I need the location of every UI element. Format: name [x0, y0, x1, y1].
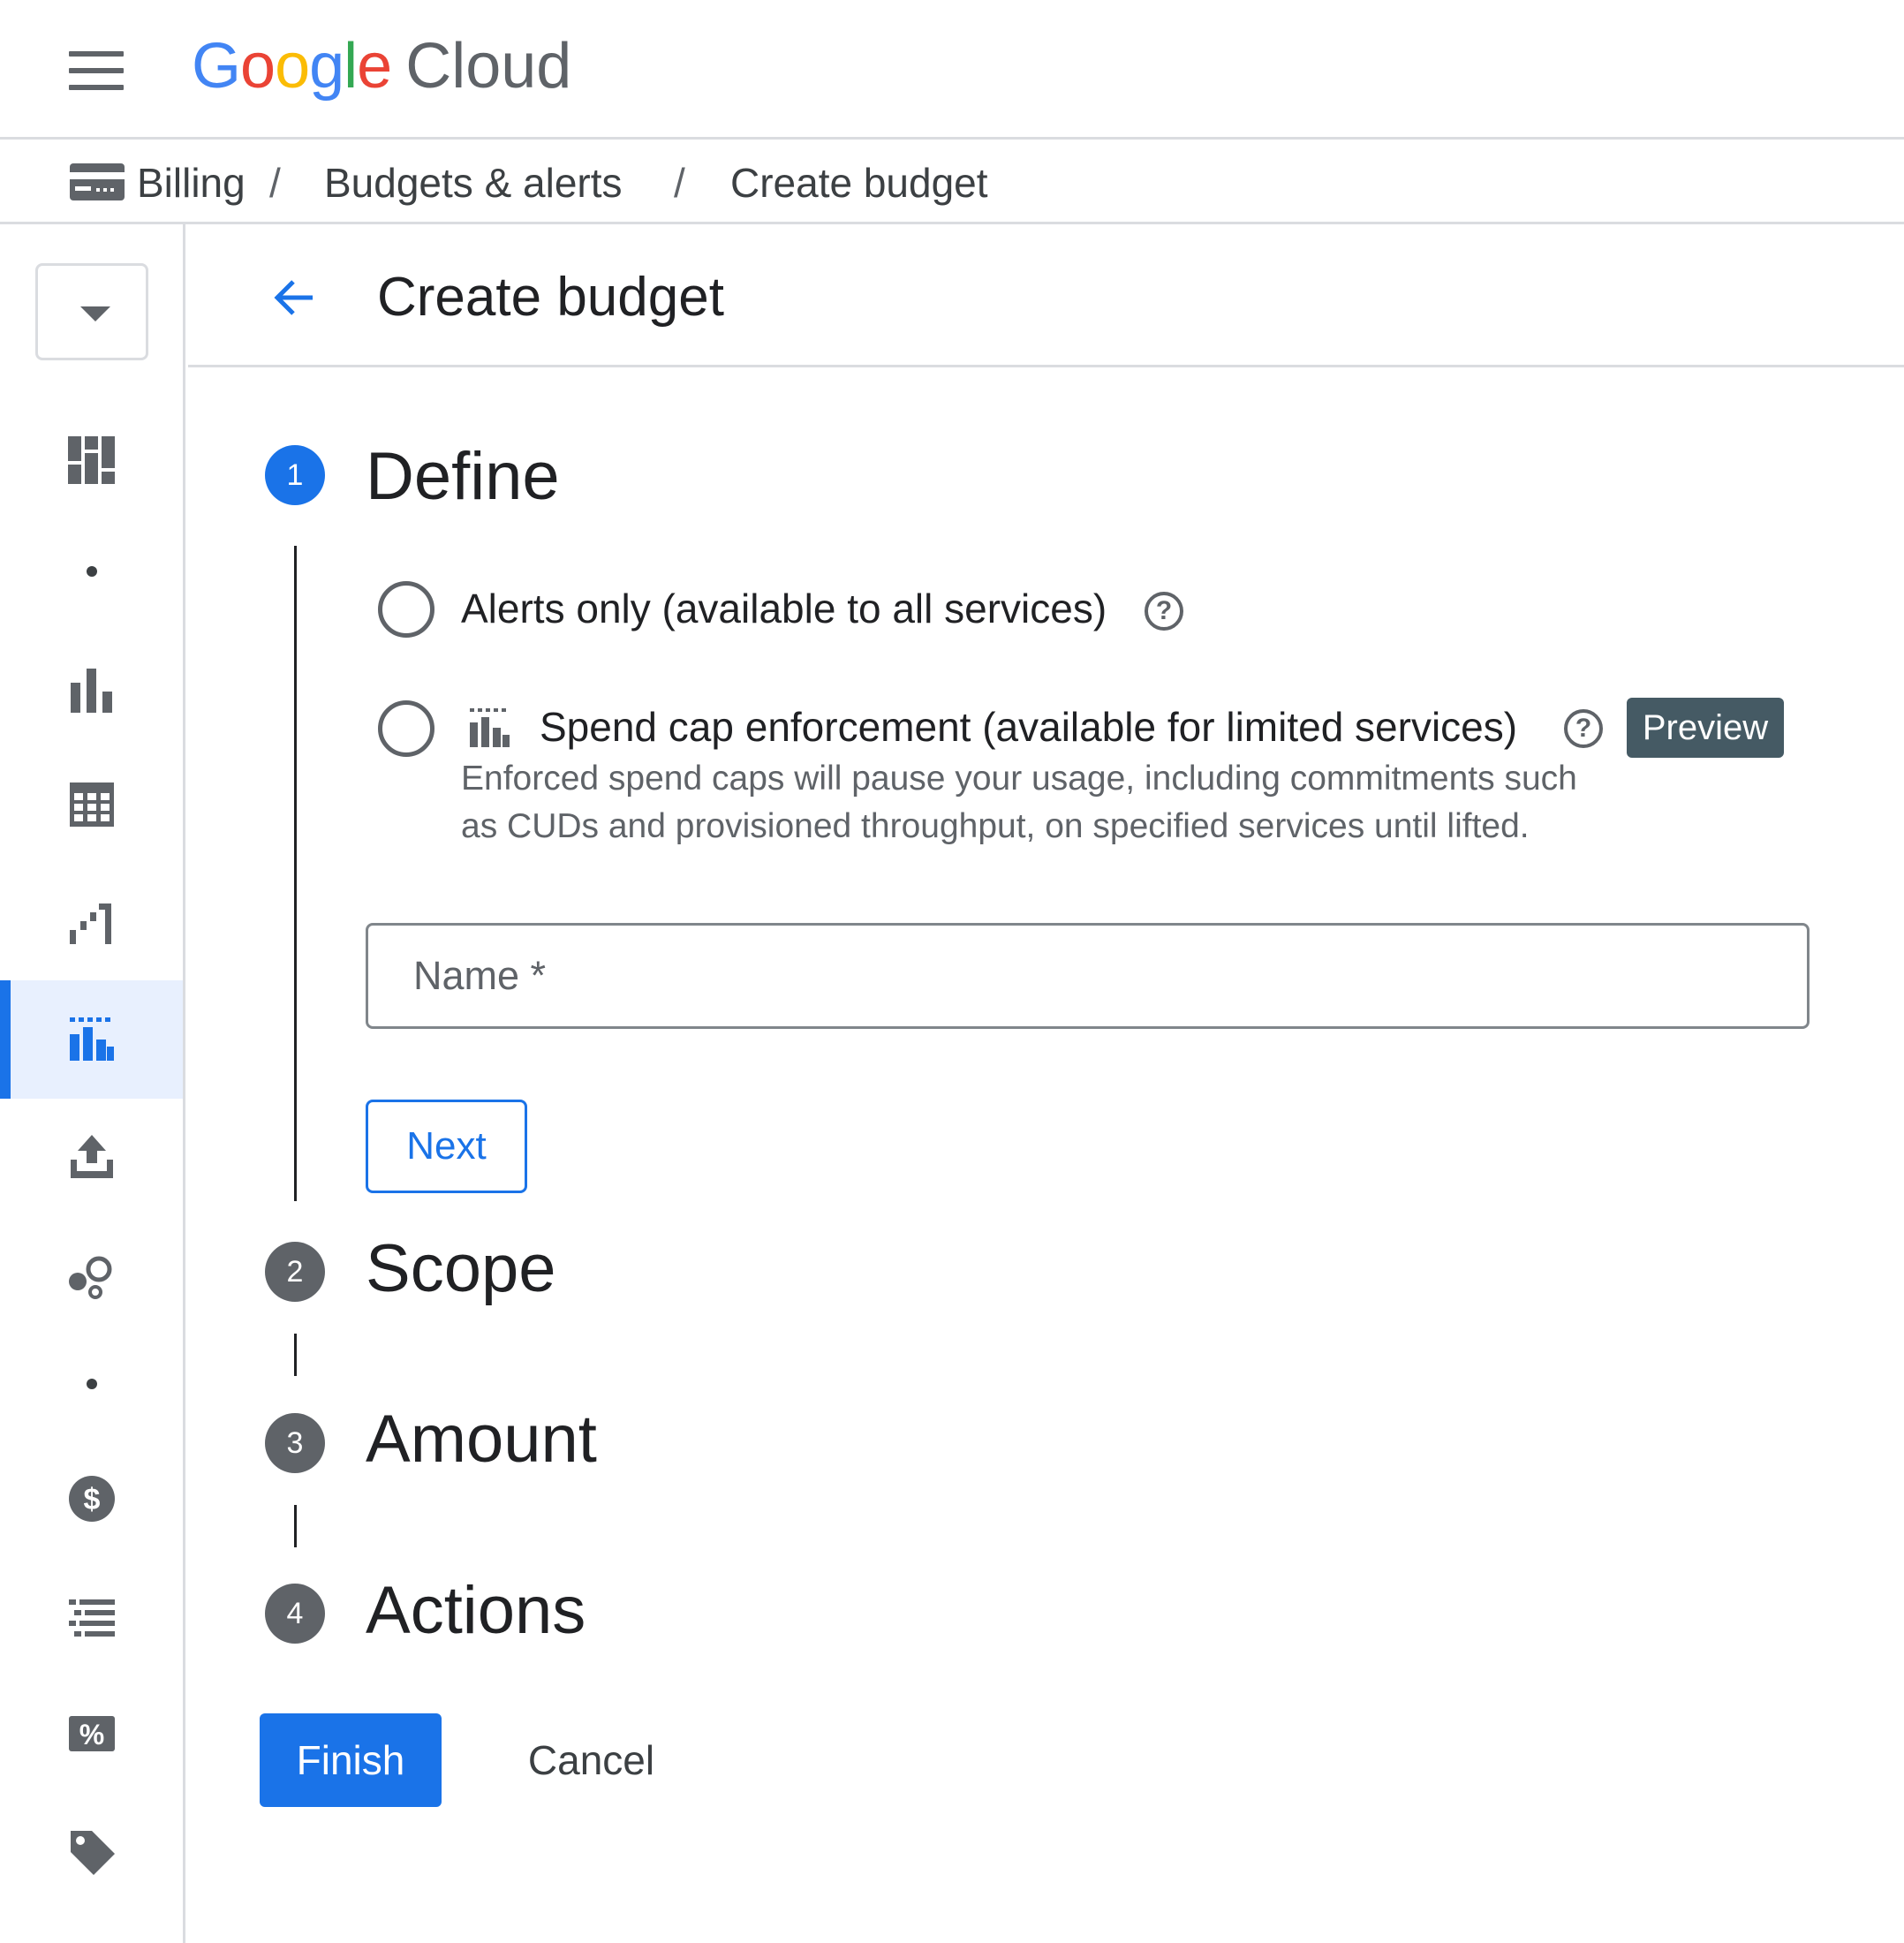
step-number-3: 3: [265, 1413, 325, 1473]
alerts-only-radio[interactable]: [378, 581, 434, 638]
trend-chart-icon: [69, 903, 111, 944]
breadcrumb-separator: /: [674, 160, 685, 206]
sidebar-item-overview[interactable]: [0, 401, 183, 519]
google-cloud-logo[interactable]: Google Cloud: [192, 30, 571, 102]
budgets-icon: [69, 1017, 114, 1061]
logo-letter: g: [309, 31, 344, 102]
logo-letter: G: [192, 31, 241, 102]
next-button[interactable]: Next: [366, 1100, 527, 1193]
sidebar-item-dot-2[interactable]: [0, 1325, 183, 1443]
cancel-button[interactable]: Cancel: [505, 1713, 677, 1807]
step-title-scope[interactable]: Scope: [366, 1230, 556, 1307]
step-title-actions[interactable]: Actions: [366, 1572, 586, 1649]
preview-badge: Preview: [1627, 698, 1784, 758]
step-title-define[interactable]: Define: [366, 438, 560, 515]
step-number-4: 4: [265, 1584, 325, 1644]
help-icon[interactable]: ?: [1564, 709, 1603, 748]
sidebar-item-pricing[interactable]: $: [0, 1440, 183, 1558]
logo-letter: o: [240, 31, 276, 102]
svg-text:$: $: [83, 1483, 100, 1516]
tag-icon: [70, 1831, 115, 1875]
sidebar-item-export[interactable]: [0, 1099, 183, 1217]
sidebar-item-cost-table[interactable]: [0, 745, 183, 864]
spend-cap-description-line: as CUDs and provisioned throughput, on s…: [461, 807, 1530, 845]
step-connector: [294, 1505, 297, 1547]
breadcrumb-separator: /: [269, 160, 281, 206]
budgets-icon: [470, 708, 510, 747]
logo-letter: l: [344, 31, 358, 102]
sidebar-item-cost-breakdown[interactable]: [0, 864, 183, 982]
step-connector: [294, 546, 297, 1201]
alerts-only-label[interactable]: Alerts only (available to all services): [461, 585, 1107, 632]
sidebar-item-dot[interactable]: [0, 512, 183, 631]
back-arrow-icon[interactable]: [272, 276, 316, 320]
breadcrumb: Billing / Budgets & alerts / Create budg…: [0, 140, 1904, 224]
export-upload-icon: [70, 1135, 113, 1178]
percent-icon: %: [68, 1716, 115, 1751]
sidebar-item-commitments[interactable]: [0, 1217, 183, 1335]
step-number-2: 2: [265, 1242, 325, 1302]
step-connector: [294, 1334, 297, 1376]
logo-suffix: Cloud: [405, 31, 572, 102]
sidebar-item-budgets-alerts[interactable]: [0, 980, 183, 1099]
breadcrumb-create-budget: Create budget: [730, 160, 988, 206]
sidebar-item-transactions[interactable]: [0, 1558, 183, 1676]
sidebar-nav: $ %: [0, 224, 185, 1943]
breadcrumb-billing[interactable]: Billing: [137, 159, 246, 207]
main-menu-icon[interactable]: [69, 51, 124, 90]
project-selector-dropdown[interactable]: [35, 263, 148, 360]
finish-button[interactable]: Finish: [260, 1713, 442, 1807]
breadcrumb-budgets-alerts[interactable]: Budgets & alerts: [324, 159, 623, 207]
sidebar-item-labels[interactable]: [0, 1793, 183, 1911]
dot-icon: [86, 566, 97, 577]
spend-cap-radio[interactable]: [378, 700, 434, 757]
table-icon: [69, 782, 114, 827]
overview-dashboard-icon: [67, 436, 115, 484]
dollar-icon: $: [68, 1476, 115, 1522]
spend-cap-description-line: Enforced spend caps will pause your usag…: [461, 760, 1577, 798]
spend-cap-label[interactable]: Spend cap enforcement (available for lim…: [540, 703, 1517, 751]
sidebar-item-reports[interactable]: [0, 631, 183, 749]
top-bar: Google Cloud: [0, 0, 1904, 140]
billing-card-icon: [70, 163, 125, 200]
step-title-amount[interactable]: Amount: [366, 1401, 597, 1478]
logo-letter: e: [357, 31, 392, 102]
step-number-1: 1: [265, 445, 325, 505]
page-header: Create budget: [188, 224, 1904, 367]
dot-icon: [86, 1379, 97, 1389]
sidebar-item-discounts[interactable]: %: [0, 1675, 183, 1793]
page-title: Create budget: [377, 267, 724, 328]
svg-text:%: %: [79, 1719, 103, 1750]
chevron-down-icon: [80, 306, 110, 321]
list-icon: [68, 1599, 115, 1637]
bar-chart-icon: [70, 669, 112, 713]
help-icon[interactable]: ?: [1145, 592, 1183, 631]
circles-icon: [68, 1256, 111, 1299]
logo-letter: o: [275, 31, 310, 102]
name-input[interactable]: [366, 923, 1810, 1029]
